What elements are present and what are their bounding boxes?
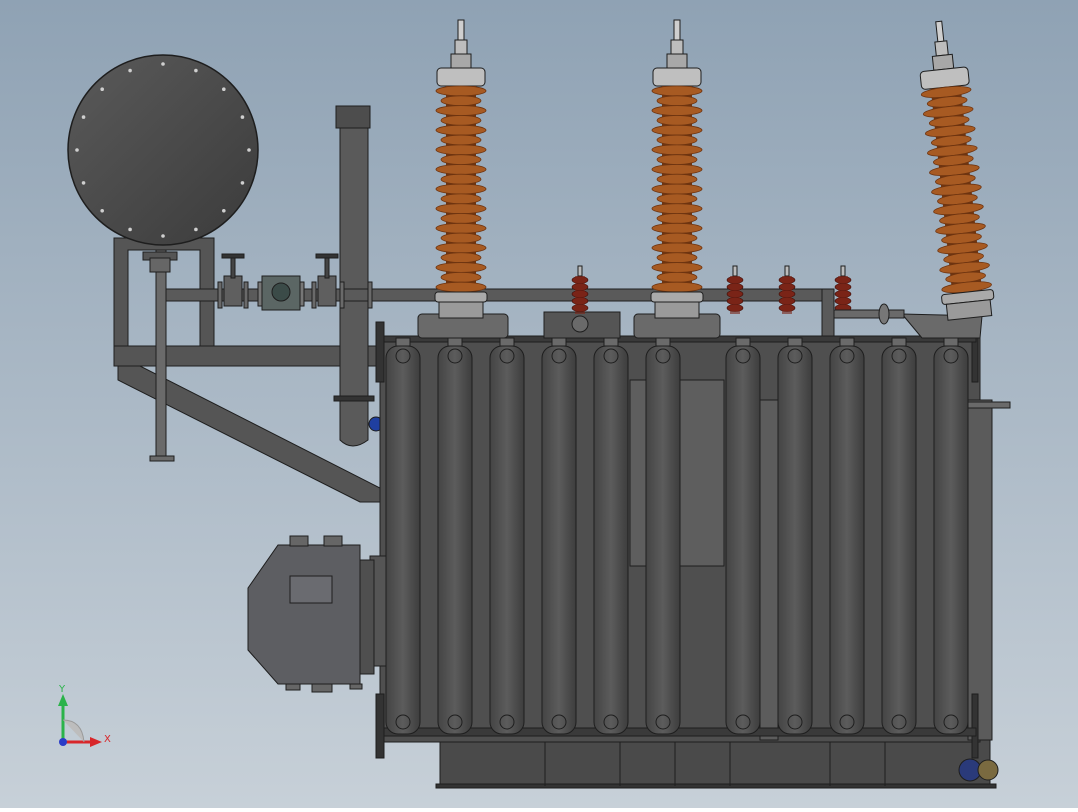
radiator-fin[interactable] <box>777 337 813 735</box>
bolt <box>81 115 86 119</box>
radiator-fin[interactable] <box>541 337 577 735</box>
x-axis-arrowhead <box>90 737 102 747</box>
bolt <box>240 115 245 119</box>
bolt <box>81 181 86 185</box>
tank-base[interactable] <box>435 737 997 789</box>
radiator-fin[interactable] <box>489 337 525 735</box>
radiator-fin[interactable] <box>829 337 865 735</box>
bolt <box>194 227 198 232</box>
rotation-arc <box>62 719 85 743</box>
bolt <box>194 68 198 73</box>
x-axis-label: X <box>104 734 111 745</box>
bolt <box>161 62 165 66</box>
bolt <box>240 181 245 185</box>
y-axis-arrowhead <box>58 694 68 706</box>
bolt <box>100 209 104 213</box>
drain-valve[interactable] <box>958 758 999 782</box>
radiator-fin[interactable] <box>881 337 917 735</box>
radiator-fin[interactable] <box>725 337 761 735</box>
radiator-fin[interactable] <box>933 337 969 735</box>
bolt <box>75 148 79 152</box>
transformer-model[interactable] <box>0 0 1078 808</box>
y-axis-label: Y <box>59 684 66 695</box>
bolt <box>247 148 251 152</box>
bolt <box>222 209 226 213</box>
radiator-fin[interactable] <box>645 337 681 735</box>
bolt <box>222 87 226 91</box>
radiator-fin[interactable] <box>437 337 473 735</box>
gas-relay[interactable] <box>257 275 305 311</box>
bolt <box>128 68 132 73</box>
z-axis-dot <box>59 738 67 746</box>
bolt <box>128 227 132 232</box>
bolt <box>100 87 104 91</box>
radiator-fin[interactable] <box>593 337 629 735</box>
bolt <box>161 234 165 238</box>
3d-model-viewport[interactable]: Y X <box>0 0 1078 808</box>
radiator-fin[interactable] <box>385 337 421 735</box>
coordinate-triad[interactable]: Y X <box>48 684 120 756</box>
